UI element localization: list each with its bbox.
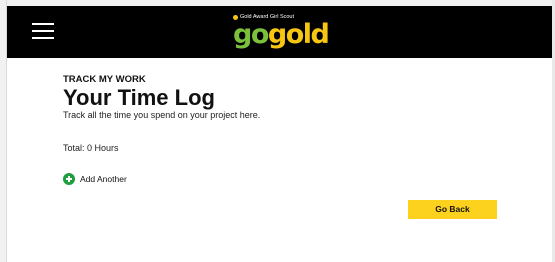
menu-bar xyxy=(32,23,54,25)
logo-word-gold: gold xyxy=(267,19,330,50)
menu-bar xyxy=(32,37,54,39)
site-header: Gold Award Girl Scout gogold xyxy=(7,6,552,58)
page: Gold Award Girl Scout gogold TRACK MY WO… xyxy=(0,0,555,262)
go-back-button[interactable]: Go Back xyxy=(408,200,497,219)
add-another-label[interactable]: Add Another xyxy=(80,173,127,185)
hamburger-menu-icon[interactable] xyxy=(32,21,54,41)
logo-wordmark: gogold xyxy=(233,19,330,50)
total-hours: Total: 0 Hours xyxy=(63,143,119,153)
gogold-logo[interactable]: Gold Award Girl Scout gogold xyxy=(233,12,333,52)
logo-word-go: go xyxy=(233,19,269,50)
page-subtitle: Track all the time you spend on your pro… xyxy=(63,110,261,120)
add-another-button[interactable]: Add Another xyxy=(63,172,127,185)
browser-edge-left xyxy=(0,0,7,262)
menu-bar xyxy=(32,30,54,32)
time-log-heading: TRACK MY WORK Your Time Log Track all th… xyxy=(63,74,260,121)
page-title: Your Time Log xyxy=(63,85,215,110)
plus-circle-icon[interactable] xyxy=(63,172,75,185)
